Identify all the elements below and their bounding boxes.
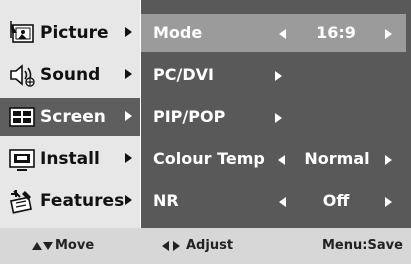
menu-label: Sound — [40, 65, 101, 85]
install-icon — [8, 146, 36, 172]
submenu-row-mode[interactable]: Mode 16:9 — [141, 14, 406, 52]
menu-label: Screen — [40, 107, 106, 127]
setting-label: PIP/POP — [153, 107, 226, 126]
arrow-left-icon[interactable] — [279, 29, 286, 39]
setting-value: Off — [322, 191, 350, 210]
arrow-right-icon[interactable] — [385, 155, 392, 165]
setting-value: Normal — [304, 149, 370, 168]
submenu-row-colour-temp[interactable]: Colour Temp Normal — [141, 140, 406, 178]
arrow-right-icon — [173, 240, 180, 251]
picture-icon — [8, 20, 36, 46]
help-adjust: Adjust — [162, 238, 233, 253]
setting-label: NR — [153, 191, 179, 210]
arrow-right-icon[interactable] — [275, 113, 282, 123]
arrow-right-icon[interactable] — [385, 197, 392, 207]
menu-label: Picture — [40, 23, 109, 43]
setting-value: 16:9 — [316, 23, 356, 42]
help-move-label: Move — [55, 238, 95, 253]
help-bar: Move Adjust Menu:Save — [0, 228, 411, 264]
menu-item-sound[interactable]: Sound — [0, 56, 140, 94]
arrow-up-icon — [32, 241, 42, 250]
submenu-row-pip-pop[interactable]: PIP/POP — [141, 98, 406, 136]
arrow-right-icon[interactable] — [275, 71, 282, 81]
menu-label: Features — [40, 191, 125, 211]
arrow-right-icon[interactable] — [385, 29, 392, 39]
arrow-down-icon — [43, 241, 53, 250]
menu-item-install[interactable]: Install — [0, 140, 140, 178]
help-save-label: Menu:Save — [322, 238, 403, 253]
chevron-right-icon — [125, 27, 132, 37]
chevron-right-icon — [125, 111, 132, 121]
menu-item-features[interactable]: Features — [0, 182, 140, 220]
setting-label: Colour Temp — [153, 149, 265, 168]
help-save: Menu:Save — [322, 238, 403, 253]
help-move: Move — [32, 238, 94, 253]
sound-icon — [8, 62, 36, 88]
osd-menu: Picture Sound Screen Install Features Mo… — [0, 0, 411, 228]
menu-item-screen[interactable]: Screen — [0, 98, 140, 136]
screen-icon — [8, 104, 36, 130]
setting-label: Mode — [153, 23, 203, 42]
main-menu: Picture Sound Screen Install Features — [0, 0, 140, 228]
arrow-left-icon[interactable] — [278, 155, 285, 165]
submenu-row-nr[interactable]: NR Off — [141, 182, 406, 220]
help-adjust-label: Adjust — [186, 238, 234, 253]
chevron-right-icon — [125, 195, 132, 205]
menu-item-picture[interactable]: Picture — [0, 14, 140, 52]
features-icon — [8, 188, 36, 214]
arrow-left-icon — [162, 240, 169, 251]
setting-label: PC/DVI — [153, 65, 214, 84]
arrow-left-icon[interactable] — [279, 197, 286, 207]
chevron-right-icon — [125, 153, 132, 163]
submenu-row-pc-dvi[interactable]: PC/DVI — [141, 56, 406, 94]
screen-submenu: Mode 16:9 PC/DVI PIP/POP Colour Temp Nor… — [140, 0, 411, 228]
chevron-right-icon — [125, 69, 132, 79]
menu-label: Install — [40, 149, 100, 169]
